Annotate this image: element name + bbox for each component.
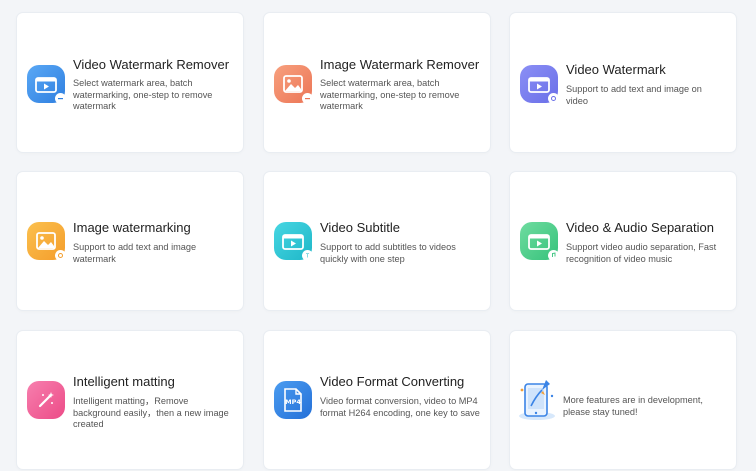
svg-text:T: T xyxy=(305,254,310,260)
feature-description: Select watermark area, batch watermarkin… xyxy=(73,78,213,111)
coming-soon-text: More features are in development, please… xyxy=(563,395,703,417)
feature-card-video-format-converting[interactable]: MP4 Video Format Converting Video format… xyxy=(264,331,490,469)
video-remove-icon xyxy=(27,65,66,104)
feature-card-video-watermark[interactable]: Video Watermark Support to add text and … xyxy=(510,13,736,152)
mp4-file-icon: MP4 xyxy=(274,381,312,419)
feature-card-image-watermark-remover[interactable]: Image Watermark Remover Select watermark… xyxy=(264,13,490,152)
feature-card-video-watermark-remover[interactable]: Video Watermark Remover Select watermark… xyxy=(17,13,243,152)
feature-title: Intelligent matting xyxy=(73,374,175,389)
feature-card-intelligent-matting[interactable]: Intelligent matting Intelligent matting，… xyxy=(17,331,243,469)
video-watermark-icon xyxy=(520,65,559,104)
feature-card-video-subtitle[interactable]: T Video Subtitle Support to add subtitle… xyxy=(264,172,490,310)
feature-description: Support to add text and image on video xyxy=(566,84,702,106)
feature-card-video-audio-separation[interactable]: Video & Audio Separation Support video a… xyxy=(510,172,736,310)
feature-card-image-watermarking[interactable]: Image watermarking Support to add text a… xyxy=(17,172,243,310)
feature-description: Support to add subtitles to videos quick… xyxy=(320,242,456,264)
image-watermark-icon xyxy=(27,222,66,261)
feature-description: Intelligent matting，Remove background ea… xyxy=(73,396,229,429)
feature-title: Video Watermark Remover xyxy=(73,57,230,72)
feature-title: Video Subtitle xyxy=(320,220,400,235)
feature-title: Video Format Converting xyxy=(320,374,465,389)
feature-title: Video Watermark xyxy=(566,62,666,77)
feature-title: Video & Audio Separation xyxy=(566,220,714,235)
image-remove-icon xyxy=(274,65,313,104)
feature-title: Image Watermark Remover xyxy=(320,57,480,72)
mp4-label: MP4 xyxy=(285,398,301,406)
feature-description: Support to add text and image watermark xyxy=(73,242,197,264)
video-subtitle-icon: T xyxy=(274,222,313,261)
audio-separation-icon xyxy=(520,222,559,261)
phone-rocket-icon xyxy=(516,376,558,422)
feature-title: Image watermarking xyxy=(73,220,191,235)
feature-card-coming-soon: More features are in development, please… xyxy=(510,331,736,469)
feature-description: Select watermark area, batch watermarkin… xyxy=(320,78,460,111)
feature-description: Video format conversion, video to MP4 fo… xyxy=(320,396,480,418)
magic-wand-icon xyxy=(27,381,65,419)
feature-description: Support video audio separation, Fast rec… xyxy=(566,242,717,264)
